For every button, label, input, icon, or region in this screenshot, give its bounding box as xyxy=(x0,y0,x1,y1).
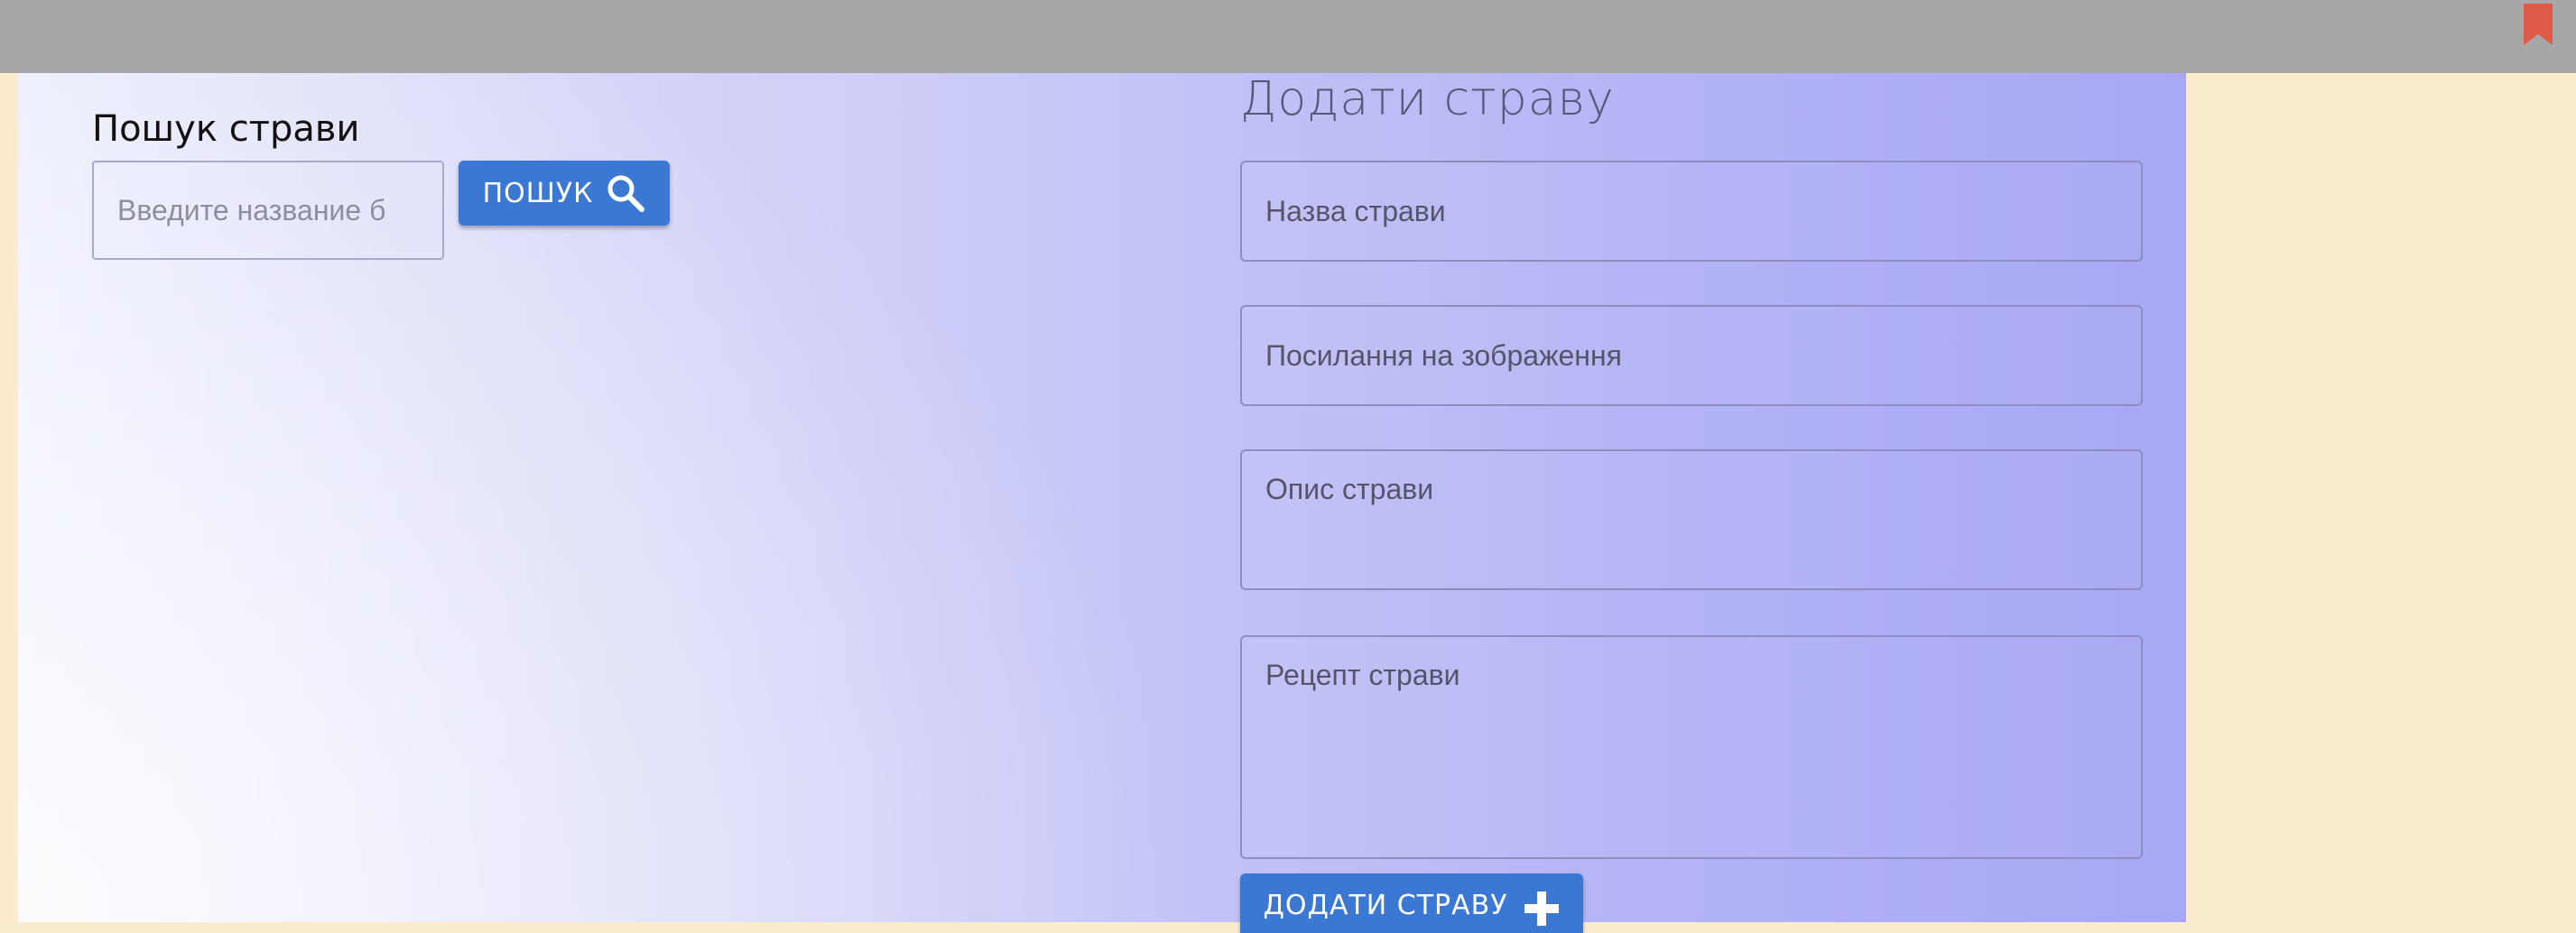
dish-description-field[interactable] xyxy=(1240,449,2143,590)
add-dish-title: Додати страву xyxy=(1240,72,1615,126)
right-margin xyxy=(2186,73,2576,922)
dish-name-field[interactable] xyxy=(1240,161,2143,262)
search-button-label: ПОШУК xyxy=(482,177,594,209)
search-button[interactable]: ПОШУК xyxy=(459,161,670,226)
browser-top-bar xyxy=(0,0,2576,73)
image-url-field[interactable] xyxy=(1240,305,2143,406)
search-input[interactable] xyxy=(92,161,444,260)
add-dish-button-label: ДОДАТИ СТРАВУ xyxy=(1263,890,1508,921)
left-margin xyxy=(0,73,18,922)
add-dish-button[interactable]: ДОДАТИ СТРАВУ xyxy=(1240,873,1583,933)
dish-recipe-field[interactable] xyxy=(1240,635,2143,859)
search-icon xyxy=(607,175,645,212)
bookmark-icon[interactable] xyxy=(2524,4,2553,45)
search-title: Пошук страви xyxy=(92,108,360,150)
